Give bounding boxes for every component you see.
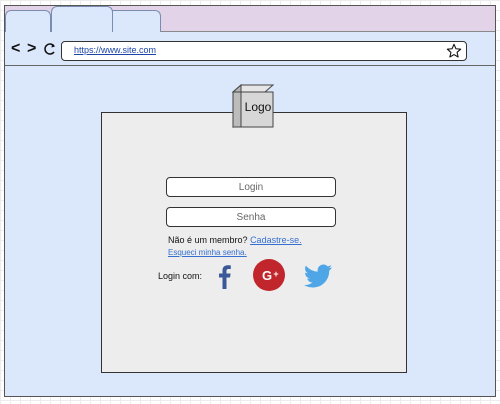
signup-link[interactable]: Cadastre-se. [250,235,302,245]
twitter-icon[interactable] [304,263,334,289]
login-input[interactable] [166,177,336,197]
login-panel: Não é um membro? Cadastre-se. Esqueci mi… [101,112,407,373]
logo-placeholder: Logo [231,83,275,129]
browser-tab-1[interactable] [5,10,51,32]
login-with-label: Login com: [158,271,203,281]
google-plus-icon[interactable]: G + [252,258,286,292]
logo-label: Logo [244,100,272,114]
bookmark-star-icon[interactable] [446,43,462,59]
member-prompt-row: Não é um membro? Cadastre-se. [168,235,302,245]
member-prompt-text: Não é um membro? [168,235,248,245]
refresh-icon[interactable] [43,42,57,56]
address-bar[interactable]: https://www.site.com [61,41,467,61]
forgot-password-row: Esqueci minha senha. [168,248,247,257]
svg-text:+: + [273,269,278,279]
svg-text:G: G [262,268,272,283]
tab-bar [5,6,495,32]
browser-tab-2-active[interactable] [51,6,113,32]
browser-window: < > https://www.site.com Não é um membro… [4,5,496,397]
browser-toolbar: < > https://www.site.com [5,32,495,66]
url-text[interactable]: https://www.site.com [74,45,156,55]
forgot-password-link[interactable]: Esqueci minha senha. [168,248,247,257]
forward-button[interactable]: > [27,40,36,58]
facebook-icon[interactable] [214,263,234,289]
back-button[interactable]: < [11,40,20,58]
password-input[interactable] [166,207,336,227]
